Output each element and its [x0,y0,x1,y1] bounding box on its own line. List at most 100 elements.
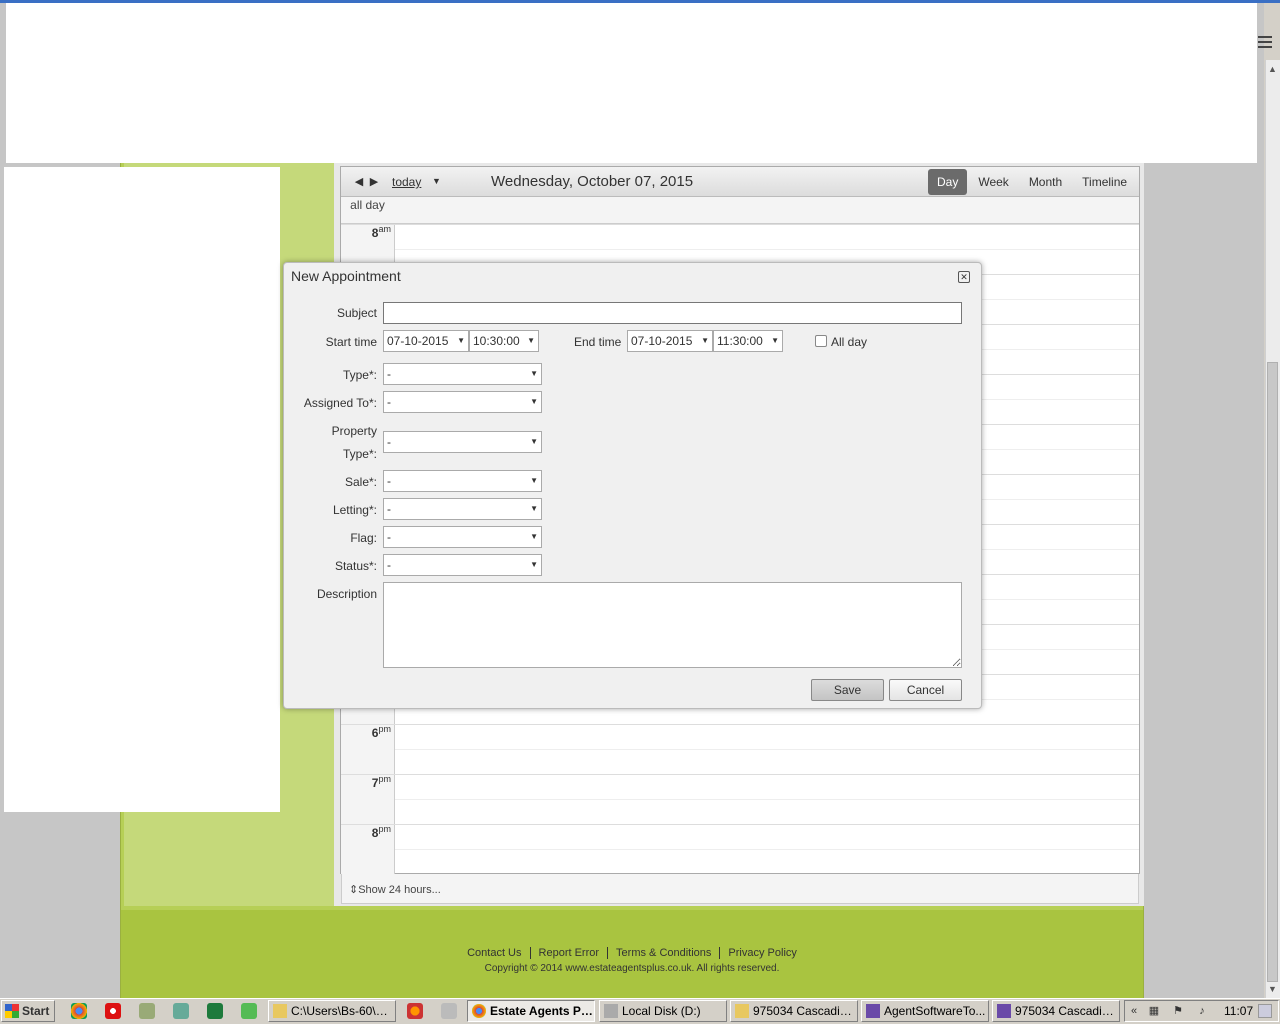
next-day-arrow-icon[interactable]: ▶ [369,175,379,189]
notes-icon[interactable] [241,1003,257,1019]
type-label: Type*: [342,368,377,382]
allday-row[interactable] [341,197,1139,224]
task-explorer-users[interactable]: C:\Users\Bs-60\De... [268,1000,396,1022]
hour-label-8pm: 8pm [371,824,391,840]
letting-label: Letting*: [332,503,377,517]
flag-select[interactable]: - ▼ [383,526,542,548]
footer-links: Contact Us Report Error Terms & Conditio… [121,947,1143,959]
dropdown-arrow-icon: ▼ [771,336,779,345]
save-button[interactable]: Save [811,679,884,701]
end-date-picker[interactable]: 07-10-2015 ▼ [627,330,713,352]
dropdown-arrow-icon: ▼ [457,336,465,345]
subject-label: Subject [336,306,377,320]
volume-icon[interactable]: ♪ [1195,1004,1209,1018]
task-agent-software[interactable]: AgentSoftwareTo... [861,1000,989,1022]
allday-checkbox-label: All day [831,335,868,349]
cancel-button[interactable]: Cancel [889,679,962,701]
scroll-up-arrow-icon[interactable]: ▲ [1265,60,1280,78]
allday-row-label: all day [350,198,385,212]
type-select[interactable]: - ▼ [383,363,542,385]
status-label: Status*: [334,559,377,573]
dropdown-arrow-icon: ▼ [530,560,538,569]
today-link[interactable]: today [392,175,421,189]
hour-gridline [341,774,1139,775]
flag-label: Flag: [350,531,377,545]
windows-logo-icon [5,1004,19,1018]
property-type-select[interactable]: - ▼ [383,431,542,453]
prev-day-arrow-icon[interactable]: ◀ [354,175,364,189]
dialog-title: New Appointment [291,268,401,284]
redacted-header-area [6,3,1257,163]
allday-checkbox[interactable] [815,335,827,347]
hour-label-8am: 8am [371,224,391,240]
dropdown-arrow-icon: ▼ [530,532,538,541]
footer-link-report-error[interactable]: Report Error [531,947,609,959]
description-textarea[interactable] [383,582,962,668]
scheduler-footer [341,874,1139,904]
view-week-button[interactable]: Week [969,169,1017,195]
task-vs-cascading[interactable]: 975034 Cascading... [992,1000,1120,1022]
half-hour-gridline [395,799,1139,800]
description-label: Description [316,587,377,601]
firefox-icon[interactable] [407,1003,423,1019]
network-tray-icon[interactable]: ▦ [1147,1004,1161,1018]
task-folder-cascading[interactable]: 975034 Cascading... [730,1000,858,1022]
footer-link-terms[interactable]: Terms & Conditions [608,947,721,959]
footer-link-privacy[interactable]: Privacy Policy [720,947,804,959]
dropdown-arrow-icon: ▼ [530,476,538,485]
drive-icon [604,1004,618,1018]
scroll-down-arrow-icon[interactable]: ▼ [1265,980,1280,998]
tray-expand-icon[interactable]: « [1127,1004,1141,1018]
footer-link-contact[interactable]: Contact Us [459,947,531,959]
end-time-picker[interactable]: 11:30:00 ▼ [713,330,783,352]
letting-select[interactable]: - ▼ [383,498,542,520]
hour-gridline [341,824,1139,825]
half-hour-gridline [395,249,1139,250]
start-time-label: Start time [325,335,377,349]
show-24-hours-toggle[interactable]: ⇕Show 24 hours... [349,883,441,896]
network-icon[interactable] [173,1003,189,1019]
action-center-flag-icon[interactable]: ⚑ [1171,1004,1185,1018]
view-switcher: Day Week Month Timeline [928,169,1136,195]
scrollbar-thumb[interactable] [1267,362,1278,982]
redacted-sidebar-area [4,167,280,812]
date-picker-caret-icon[interactable]: ▼ [432,176,441,186]
dropdown-arrow-icon: ▼ [527,336,535,345]
dropdown-arrow-icon: ▼ [701,336,709,345]
sale-select[interactable]: - ▼ [383,470,542,492]
task-chrome-estate-agents[interactable]: Estate Agents Pl... [467,1000,595,1022]
property-type-label-line2: Type*: [342,447,377,461]
close-icon[interactable]: ✕ [958,271,970,283]
half-hour-gridline [395,849,1139,850]
half-hour-gridline [395,749,1139,750]
subject-input[interactable] [383,302,962,324]
hour-gridline [341,224,1139,225]
view-month-button[interactable]: Month [1020,169,1071,195]
dropdown-arrow-icon: ▼ [530,369,538,378]
view-day-button[interactable]: Day [928,169,968,195]
assigned-to-label: Assigned To*: [303,396,377,410]
assigned-to-select[interactable]: - ▼ [383,391,542,413]
show-desktop-icon[interactable] [1258,1004,1272,1018]
current-date-title: Wednesday, October 07, 2015 [491,173,694,190]
vs-icon [997,1004,1011,1018]
chrome-icon [472,1004,486,1018]
status-select[interactable]: - ▼ [383,554,542,576]
property-type-label-line1: Property [331,424,377,438]
end-time-label: End time [574,335,622,349]
taskbar-clock[interactable]: 11:07 [1224,1004,1253,1018]
tools-icon[interactable] [139,1003,155,1019]
hour-label-6pm: 6pm [371,724,391,740]
chrome-icon[interactable] [71,1003,87,1019]
sale-label: Sale*: [344,475,377,489]
excel-icon[interactable] [207,1003,223,1019]
start-date-picker[interactable]: 07-10-2015 ▼ [383,330,469,352]
vs-icon [866,1004,880,1018]
start-time-picker[interactable]: 10:30:00 ▼ [469,330,539,352]
hamburger-menu-icon[interactable] [1258,36,1272,48]
task-local-disk[interactable]: Local Disk (D:) [599,1000,727,1022]
dropdown-arrow-icon: ▼ [530,397,538,406]
opera-icon[interactable] [105,1003,121,1019]
view-timeline-button[interactable]: Timeline [1073,169,1136,195]
app-grid-icon[interactable] [441,1003,457,1019]
